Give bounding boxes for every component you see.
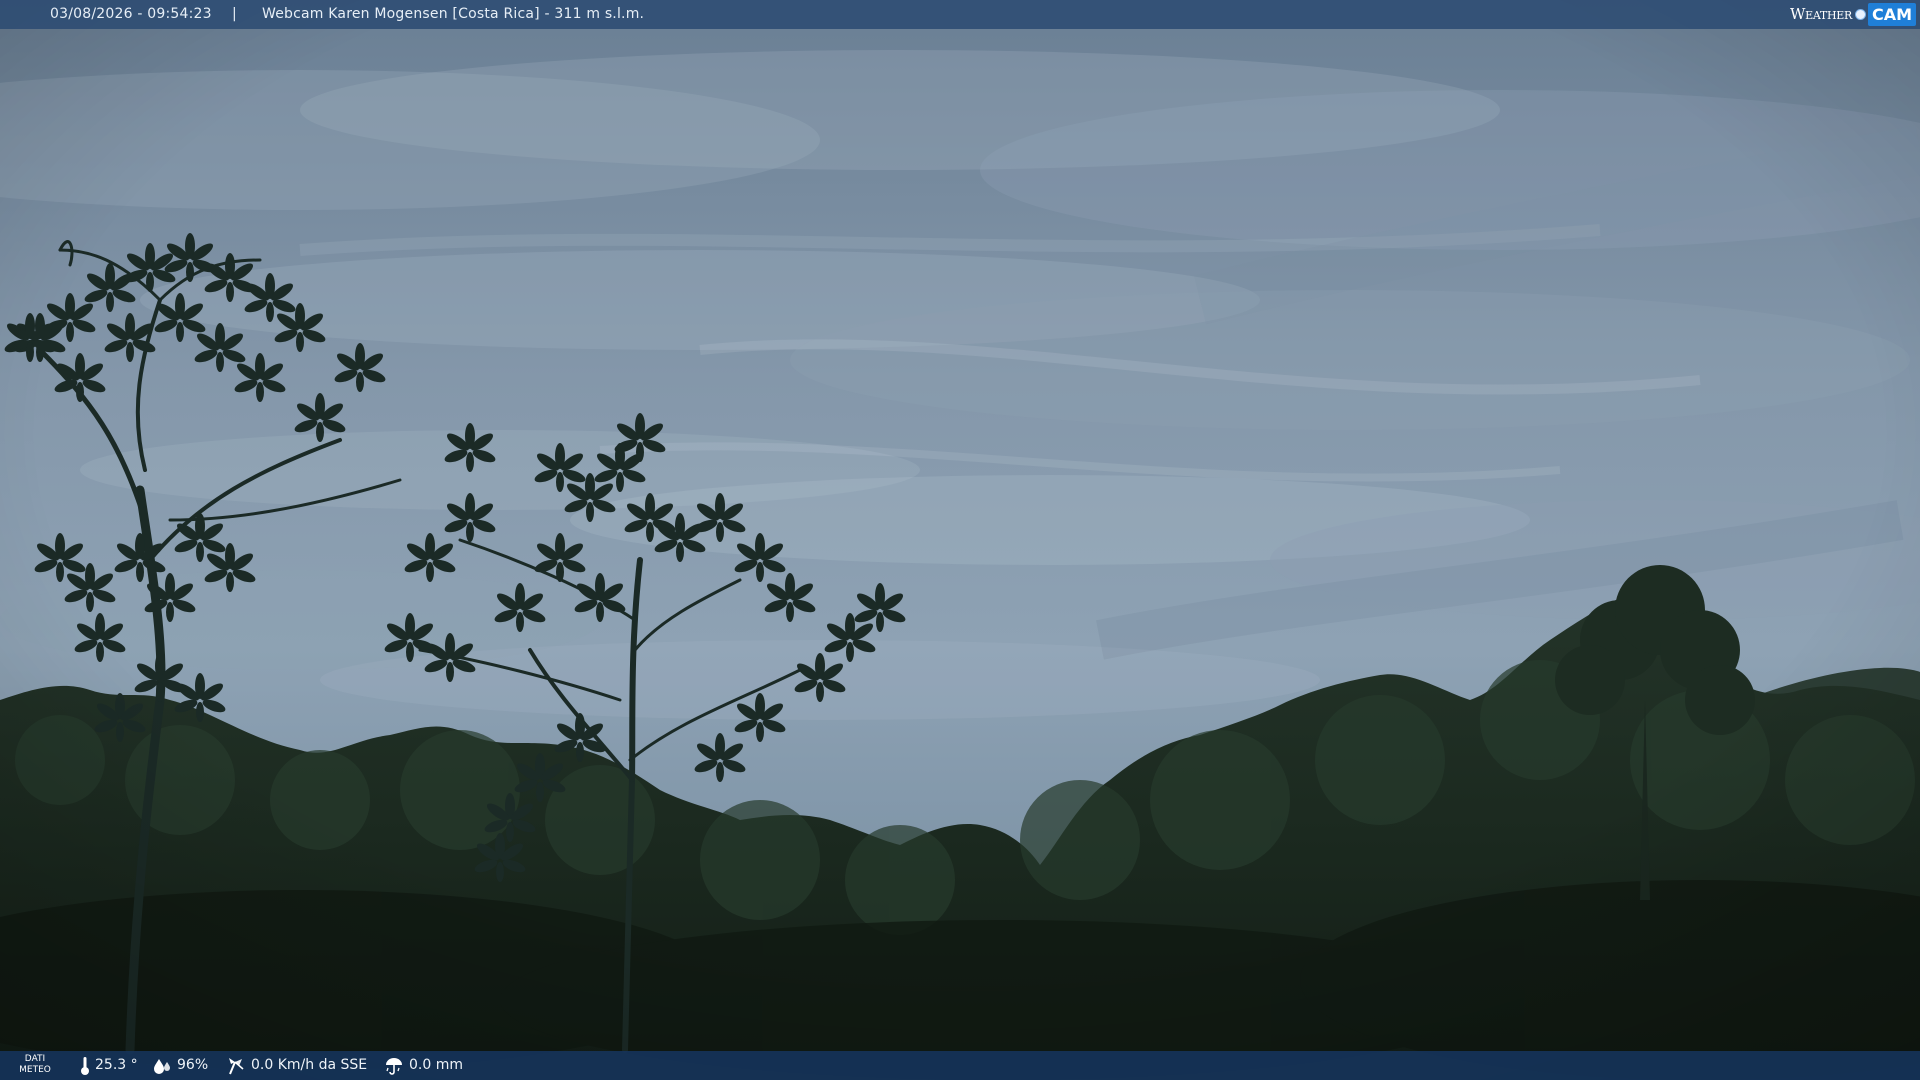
rain-value: 0.0 mm bbox=[409, 1057, 463, 1073]
separator: | bbox=[232, 6, 237, 22]
logo-badge: CAM bbox=[1867, 3, 1916, 26]
webcam-title: Webcam Karen Mogensen [Costa Rica] - 311… bbox=[262, 6, 645, 22]
humidity-value: 96% bbox=[177, 1057, 209, 1073]
weather-data-bar: DATI METEO 25.3 ° 96% 0.0 Km/h da SSE 0.… bbox=[0, 1051, 1920, 1080]
rain-icon bbox=[386, 1057, 402, 1075]
rain-readout: 0.0 mm bbox=[384, 1051, 463, 1080]
top-info-bar: 03/08/2026 - 09:54:23 | Webcam Karen Mog… bbox=[0, 0, 1920, 29]
weathercam-logo[interactable]: Weather CAM bbox=[1790, 3, 1916, 26]
humidity-icon bbox=[154, 1058, 170, 1074]
logo-dot-icon bbox=[1854, 9, 1866, 20]
webcam-image bbox=[0, 0, 1920, 1080]
dati-meteo-label: DATI METEO bbox=[19, 1054, 51, 1075]
timestamp: 03/08/2026 - 09:54:23 bbox=[50, 6, 212, 22]
wind-icon bbox=[229, 1057, 244, 1074]
thermometer-icon bbox=[81, 1056, 89, 1075]
humidity-readout: 96% bbox=[152, 1051, 208, 1080]
logo-word: Weather bbox=[1790, 5, 1852, 23]
wind-value: 0.0 Km/h da SSE bbox=[251, 1057, 368, 1073]
temperature-value: 25.3 ° bbox=[95, 1057, 138, 1073]
webcam-view: 03/08/2026 - 09:54:23 | Webcam Karen Mog… bbox=[0, 0, 1920, 1080]
wind-readout: 0.0 Km/h da SSE bbox=[226, 1051, 367, 1080]
temperature-readout: 25.3 ° bbox=[80, 1051, 138, 1080]
